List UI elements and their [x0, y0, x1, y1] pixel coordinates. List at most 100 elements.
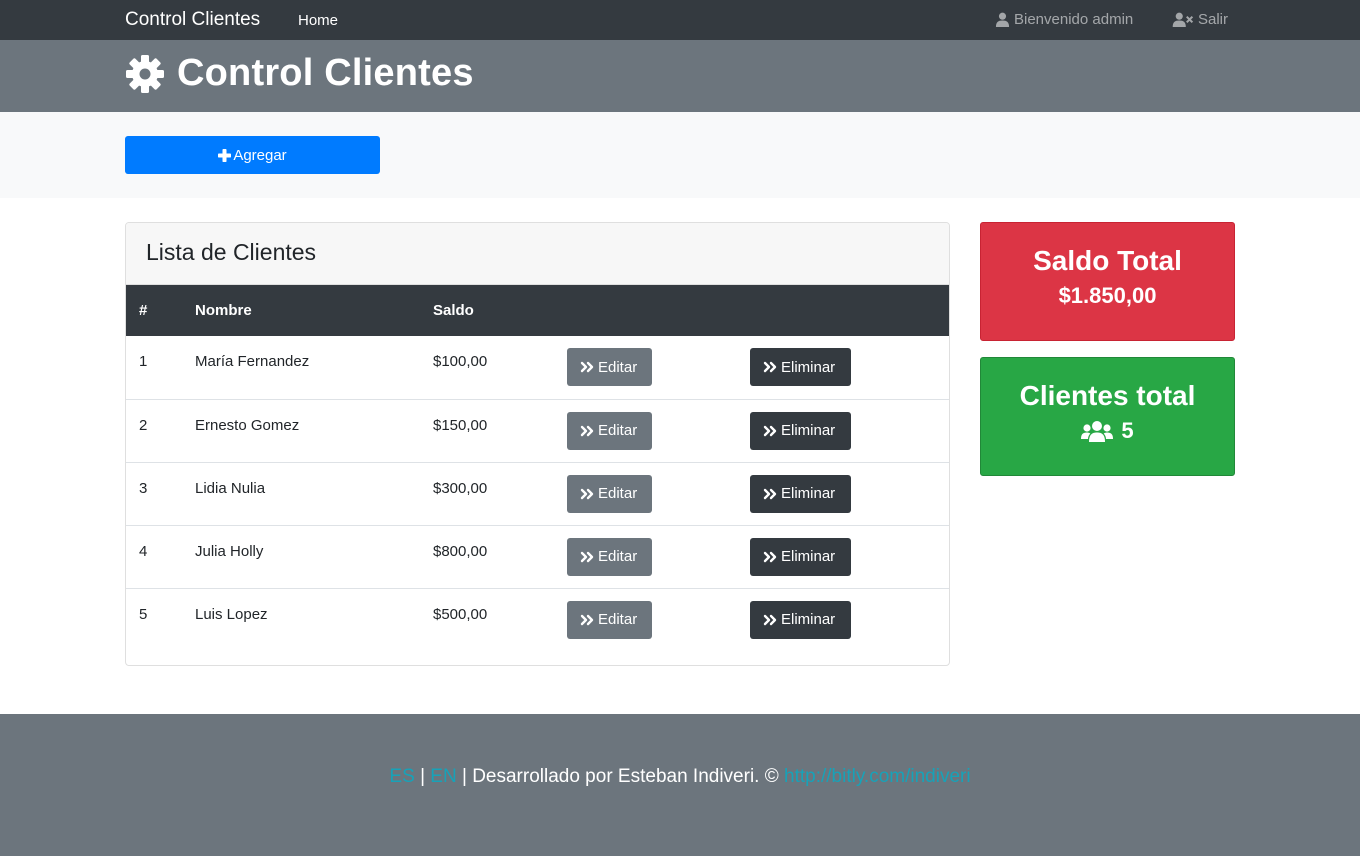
column-header-saldo: Saldo: [433, 302, 474, 319]
clients-card-title: Lista de Clientes: [146, 239, 317, 265]
table-row: 3 Lidia Nulia $300,00 Editar Eliminar: [126, 461, 949, 525]
table-row: 1 María Fernandez $100,00 Editar Eliminar: [126, 336, 949, 399]
user-icon: [995, 12, 1010, 27]
clientes-total-title: Clientes total: [1019, 380, 1196, 411]
delete-client-button[interactable]: Eliminar: [750, 600, 851, 639]
angle-double-right-icon: [580, 425, 594, 436]
users-icon: [1081, 421, 1114, 442]
client-name: Lidia Nulia: [183, 461, 420, 525]
delete-label: Eliminar: [781, 611, 836, 628]
delete-cell: Eliminar: [737, 461, 949, 525]
nav-welcome-label: Bienvenido admin: [1014, 11, 1134, 28]
angle-double-right-icon: [763, 361, 777, 373]
table-row: 2 Ernesto Gomez $150,00 Editar Eliminar: [126, 398, 949, 462]
lang-en-link[interactable]: EN: [430, 766, 456, 787]
clients-card: Lista de Clientes # Nombre Saldo 1 María …: [125, 222, 950, 666]
clients-card-header: Lista de Clientes: [126, 223, 949, 285]
edit-client-button[interactable]: Editar: [567, 537, 652, 576]
client-number: 5: [126, 587, 183, 651]
delete-label: Eliminar: [781, 358, 836, 376]
edit-client-button[interactable]: Editar: [567, 600, 652, 639]
client-saldo: $100,00: [433, 353, 488, 370]
client-saldo: $500,00: [420, 587, 554, 651]
angle-double-right-icon: [763, 614, 777, 625]
edit-label: Editar: [598, 611, 638, 628]
delete-cell: Eliminar: [737, 587, 949, 651]
edit-label: Editar: [598, 358, 638, 376]
edit-cell: Editar: [554, 398, 737, 462]
angle-double-right-icon: [763, 425, 777, 436]
add-client-button[interactable]: Agregar: [125, 136, 380, 174]
edit-label: Editar: [598, 422, 638, 439]
page-title: Control Clientes: [177, 52, 474, 94]
edit-client-button[interactable]: Editar: [567, 348, 652, 386]
clientes-total-card: Clientes total 5: [980, 357, 1235, 476]
client-number: 3: [126, 461, 183, 525]
edit-cell: Editar: [554, 336, 737, 399]
delete-client-button[interactable]: Eliminar: [750, 474, 851, 513]
clientes-total-row: 5: [981, 418, 1234, 444]
angle-double-right-icon: [580, 614, 594, 625]
saldo-total-title: Saldo Total: [1033, 245, 1182, 276]
page-header: Control Clientes: [0, 40, 1360, 112]
navbar-brand[interactable]: Control Clientes: [125, 9, 260, 31]
angle-double-right-icon: [580, 551, 594, 562]
nav-home-link[interactable]: Home: [298, 12, 338, 29]
angle-double-right-icon: [580, 361, 594, 373]
page-title-wrap: Control Clientes: [125, 52, 474, 95]
column-header-name: Nombre: [195, 302, 252, 319]
user-times-icon: [1172, 12, 1194, 27]
footer-separator: |: [420, 766, 425, 787]
angle-double-right-icon: [763, 551, 777, 562]
edit-cell: Editar: [554, 461, 737, 525]
angle-double-right-icon: [580, 488, 594, 499]
clientes-total-value: 5: [1121, 418, 1134, 443]
nav-logout-link[interactable]: Salir: [1172, 11, 1228, 28]
edit-label: Editar: [598, 548, 638, 565]
table-header-row: # Nombre Saldo: [126, 285, 949, 336]
column-header-edit: [554, 285, 737, 336]
delete-client-button[interactable]: Eliminar: [750, 348, 851, 386]
clients-table: # Nombre Saldo 1 María Fernandez $100,00 Ed…: [126, 285, 949, 651]
table-row: 5 Luis Lopez $500,00 Editar Eliminar: [126, 587, 949, 651]
action-bar: Agregar: [0, 112, 1360, 198]
client-number: 1: [139, 353, 148, 370]
table-row: 4 Julia Holly $800,00 Editar Eliminar: [126, 524, 949, 588]
client-number: 4: [126, 524, 183, 588]
edit-client-button[interactable]: Editar: [567, 474, 652, 513]
delete-label: Eliminar: [781, 548, 836, 565]
footer-text: ES | EN | Desarrollado por Esteban Indiv…: [0, 766, 1360, 788]
delete-client-button[interactable]: Eliminar: [750, 537, 851, 576]
delete-client-button[interactable]: Eliminar: [750, 411, 851, 450]
plus-icon: [218, 148, 232, 162]
page-footer: ES | EN | Desarrollado por Esteban Indiv…: [0, 714, 1360, 856]
delete-cell: Eliminar: [737, 398, 949, 462]
footer-author-link[interactable]: http://bitly.com/indiveri: [784, 766, 971, 787]
footer-separator: |: [461, 766, 467, 787]
client-saldo: $300,00: [420, 461, 554, 525]
client-name: Julia Holly: [183, 524, 420, 588]
saldo-total-card: Saldo Total $1.850,00: [980, 222, 1235, 341]
gear-icon: [126, 54, 164, 93]
delete-cell: Eliminar: [737, 336, 949, 399]
client-name: Ernesto Gomez: [183, 398, 420, 462]
edit-cell: Editar: [554, 524, 737, 588]
nav-logout-label: Salir: [1198, 11, 1229, 28]
edit-client-button[interactable]: Editar: [567, 411, 652, 450]
column-header-number: #: [139, 302, 148, 319]
delete-cell: Eliminar: [737, 524, 949, 588]
footer-credit: Desarrollado por Esteban Indiveri. ©: [472, 766, 779, 787]
add-client-label: Agregar: [233, 146, 287, 164]
edit-label: Editar: [598, 485, 638, 502]
top-navbar: Control Clientes Home Bienvenido admin S…: [0, 0, 1360, 40]
saldo-total-value: $1.850,00: [1058, 283, 1157, 308]
angle-double-right-icon: [763, 488, 777, 499]
delete-label: Eliminar: [781, 485, 836, 502]
client-name: Luis Lopez: [183, 587, 420, 651]
lang-es-link[interactable]: ES: [389, 766, 414, 787]
clients-table-body: 1 María Fernandez $100,00 Editar Eliminar 2 Er…: [126, 336, 949, 651]
edit-cell: Editar: [554, 587, 737, 651]
client-saldo: $150,00: [420, 398, 554, 462]
nav-welcome-link[interactable]: Bienvenido admin: [995, 11, 1133, 28]
delete-label: Eliminar: [781, 422, 836, 439]
